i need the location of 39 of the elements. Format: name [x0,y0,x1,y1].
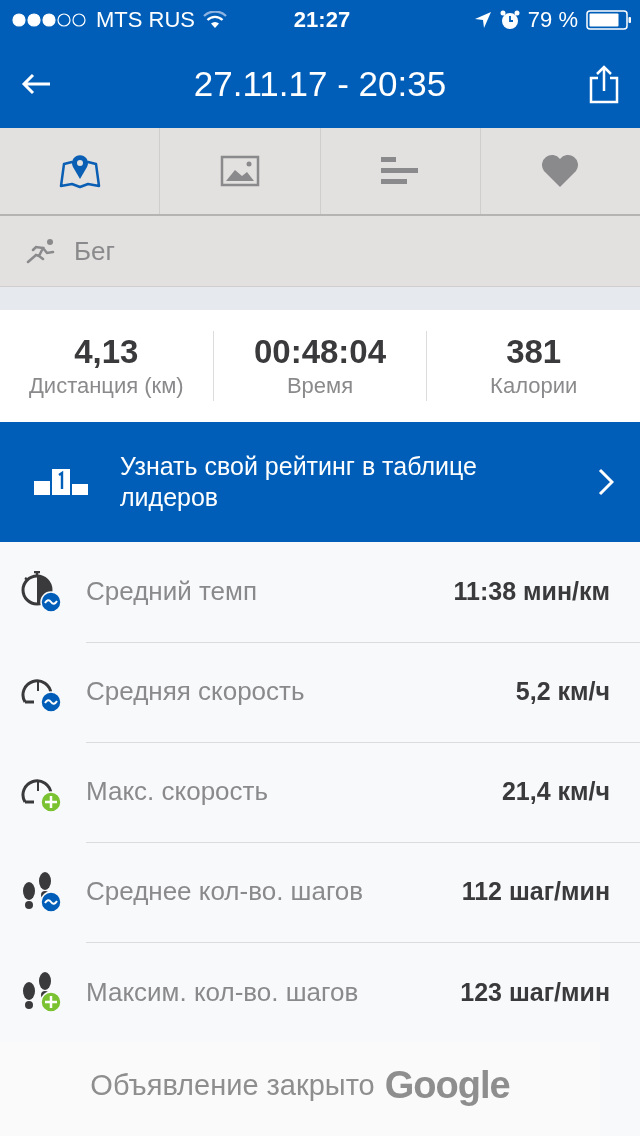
status-time: 21:27 [293,7,351,33]
stat-value: 123 шаг/мин [460,977,610,1007]
summary-label: Дистанция (км) [28,373,184,399]
stat-label: Средний темп [86,576,257,607]
summary-value: 381 [506,333,562,371]
ad-closed-text: Объявление закрыто [90,1068,375,1102]
stat-label: Среднее кол-во. шагов [86,876,364,907]
signal-icon [12,13,88,27]
banner-text: Узнать свой рейтинг в таблице лидеров [120,451,478,513]
share-button[interactable] [588,64,620,104]
stat-value: 11:38 мин/км [453,577,610,606]
summary-label: Калории [490,373,578,399]
alarm-clock-icon [499,10,520,30]
stat-value: 112 шаг/мин [461,877,610,906]
leaderboard-banner[interactable]: Узнать свой рейтинг в таблице лидеров [0,422,640,542]
stat-value: 5,2 км/ч [515,677,610,706]
heart-icon [540,154,581,188]
stat-label: Макс. скорость [86,776,269,807]
summary-value: 00:48:04 [253,333,387,371]
chevron-right-icon [598,468,614,496]
carrier-name: MTS RUS [96,7,195,33]
image-icon [219,155,260,187]
bar-chart-icon [381,157,420,185]
stat-label: Максим. кол-во. шагов [86,976,359,1008]
map-pin-icon [57,153,102,189]
header-title: 27.11.17 - 20:35 [193,64,447,104]
stat-value: 21,4 км/ч [501,777,610,806]
stat-label: Средняя скорость [86,676,305,707]
runner-icon [26,238,56,264]
location-arrow-icon [473,11,492,29]
summary-value: 4,13 [74,333,139,371]
summary-label: Время [286,373,354,399]
battery-icon [586,10,632,30]
ad-brand-logo: Google [384,1063,510,1107]
back-button[interactable] [20,72,52,96]
wifi-icon [203,11,227,29]
battery-percent: 79 % [527,7,578,33]
activity-type: Бег [74,235,115,267]
podium-icon [34,469,88,495]
